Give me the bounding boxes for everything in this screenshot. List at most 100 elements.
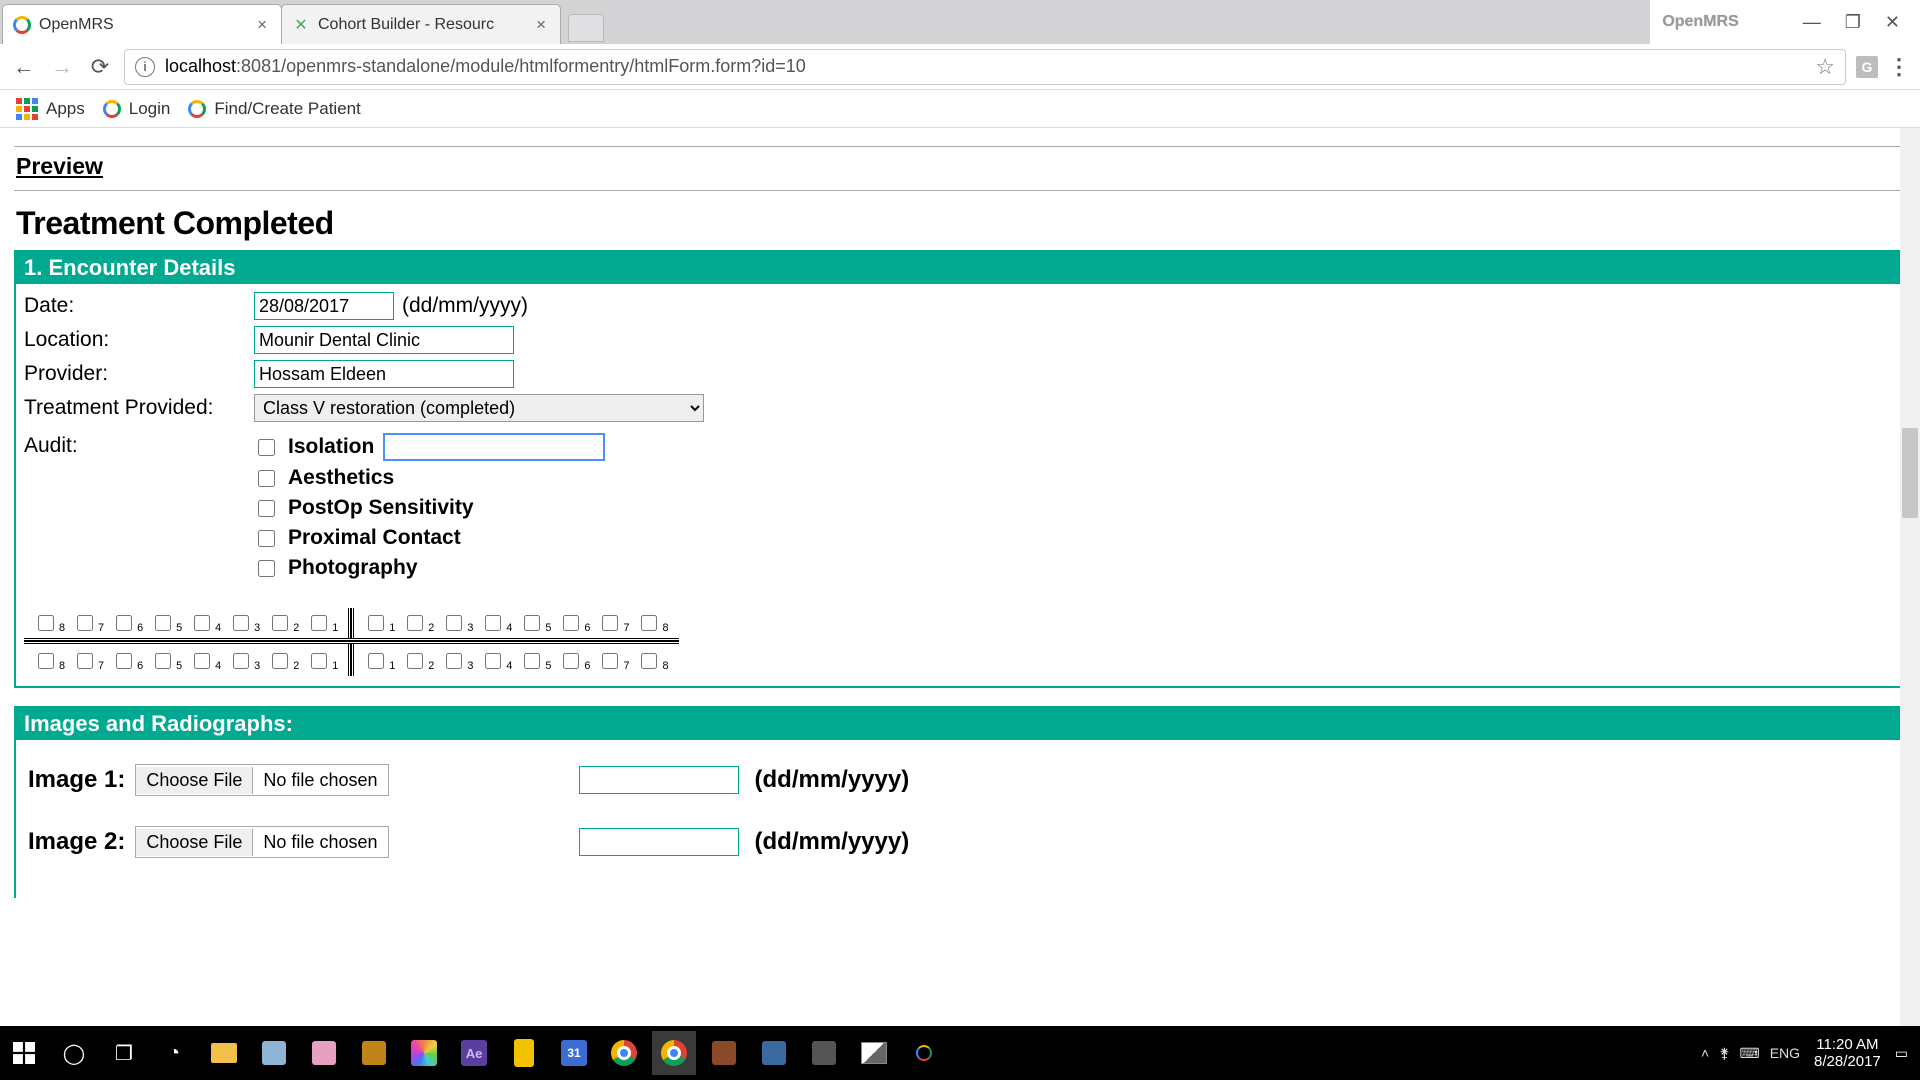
minimize-icon[interactable]: ―: [1803, 12, 1821, 33]
date-input[interactable]: [254, 292, 394, 320]
chrome-icon[interactable]: [602, 1031, 646, 1075]
reload-button[interactable]: ⟳: [86, 53, 114, 81]
date-format-hint: (dd/mm/yyyy): [402, 294, 528, 318]
image-1-file-input[interactable]: Choose File No file chosen: [135, 764, 388, 796]
tooth-ur-6[interactable]: [563, 615, 579, 631]
tooth-ul-4[interactable]: [194, 615, 210, 631]
tooth-ll-3[interactable]: [233, 653, 249, 669]
location-input[interactable]: [254, 326, 514, 354]
browser-tab-openmrs[interactable]: OpenMRS ×: [2, 4, 282, 44]
tooth-lr-3[interactable]: [446, 653, 462, 669]
extension-icon[interactable]: G: [1856, 56, 1878, 78]
choose-file-button[interactable]: Choose File: [136, 767, 253, 794]
tooth-ul-8[interactable]: [38, 615, 54, 631]
image-1-date-input[interactable]: [579, 766, 739, 794]
tooth-lr-1[interactable]: [368, 653, 384, 669]
browser-tab-cohort[interactable]: ✕ Cohort Builder - Resourc ×: [281, 4, 561, 44]
clock-app-icon[interactable]: ◔: [152, 1031, 196, 1075]
tooth-ur-2[interactable]: [407, 615, 423, 631]
notepad-icon[interactable]: [252, 1031, 296, 1075]
app-icon[interactable]: [402, 1031, 446, 1075]
system-tray[interactable]: ˄ ⚵ ⌨ ENG: [1701, 1045, 1800, 1062]
start-button[interactable]: [2, 1031, 46, 1075]
tooth-ll-5[interactable]: [155, 653, 171, 669]
task-view-icon[interactable]: ❐: [102, 1031, 146, 1075]
audit-item-label: Proximal Contact: [288, 526, 461, 550]
tooth-lr-4[interactable]: [485, 653, 501, 669]
provider-input[interactable]: [254, 360, 514, 388]
tooth-lr-7[interactable]: [602, 653, 618, 669]
tab-title: OpenMRS: [39, 16, 114, 34]
tooth-lr-6[interactable]: [563, 653, 579, 669]
tooth-ul-6[interactable]: [116, 615, 132, 631]
language-indicator[interactable]: ENG: [1770, 1045, 1800, 1061]
wifi-icon[interactable]: ⚵: [1719, 1045, 1729, 1062]
app-icon[interactable]: [752, 1031, 796, 1075]
tooth-ll-7[interactable]: [77, 653, 93, 669]
tooth-ur-5[interactable]: [524, 615, 540, 631]
cortana-icon[interactable]: ◯: [52, 1031, 96, 1075]
bookmark-star-icon[interactable]: ☆: [1815, 54, 1835, 80]
paint-icon[interactable]: [302, 1031, 346, 1075]
omnibox[interactable]: i localhost:8081/openmrs-standalone/modu…: [124, 49, 1846, 85]
tooth-ll-4[interactable]: [194, 653, 210, 669]
bookmark-find-patient[interactable]: Find/Create Patient: [188, 99, 360, 119]
audit-isolation-checkbox[interactable]: [258, 439, 275, 456]
tooth-ul-1[interactable]: [311, 615, 327, 631]
tooth-ul-3[interactable]: [233, 615, 249, 631]
tooth-ur-8[interactable]: [641, 615, 657, 631]
audit-postop-checkbox[interactable]: [258, 500, 275, 517]
tooth-ur-3[interactable]: [446, 615, 462, 631]
calendar-icon[interactable]: 31: [552, 1031, 596, 1075]
tooth-ur-7[interactable]: [602, 615, 618, 631]
site-info-icon[interactable]: i: [135, 57, 155, 77]
maximize-icon[interactable]: ❐: [1845, 12, 1861, 33]
tooth-lr-2[interactable]: [407, 653, 423, 669]
tooth-ll-2[interactable]: [272, 653, 288, 669]
chrome-icon[interactable]: [652, 1031, 696, 1075]
back-button[interactable]: ←: [10, 53, 38, 81]
new-tab-button[interactable]: [568, 14, 604, 42]
close-icon[interactable]: ×: [253, 14, 271, 35]
image-2-date-input[interactable]: [579, 828, 739, 856]
forward-button[interactable]: →: [48, 53, 76, 81]
window-controls: OpenMRS ― ❐ ✕: [1650, 0, 1920, 44]
audit-isolation-input[interactable]: [384, 434, 604, 460]
tooth-lr-5[interactable]: [524, 653, 540, 669]
app-icon[interactable]: [702, 1031, 746, 1075]
close-window-icon[interactable]: ✕: [1885, 12, 1900, 33]
audit-item-label: Isolation: [288, 435, 374, 459]
tooth-ll-6[interactable]: [116, 653, 132, 669]
tooth-ll-8[interactable]: [38, 653, 54, 669]
close-icon[interactable]: ×: [532, 14, 550, 35]
app-icon[interactable]: [502, 1031, 546, 1075]
tooth-lr-8[interactable]: [641, 653, 657, 669]
audit-aesthetics-checkbox[interactable]: [258, 470, 275, 487]
audit-photography-checkbox[interactable]: [258, 560, 275, 577]
choose-file-button[interactable]: Choose File: [136, 829, 253, 856]
treatment-select[interactable]: Class V restoration (completed): [254, 394, 704, 422]
app-icon[interactable]: [352, 1031, 396, 1075]
tooth-ul-5[interactable]: [155, 615, 171, 631]
tooth-ur-1[interactable]: [368, 615, 384, 631]
bookmark-login[interactable]: Login: [103, 99, 171, 119]
app-icon[interactable]: [902, 1031, 946, 1075]
image-2-file-input[interactable]: Choose File No file chosen: [135, 826, 388, 858]
image-2-label: Image 2:: [28, 828, 125, 856]
url-text: localhost:8081/openmrs-standalone/module…: [165, 56, 806, 77]
photos-icon[interactable]: [852, 1031, 896, 1075]
audit-proximal-checkbox[interactable]: [258, 530, 275, 547]
action-center-icon[interactable]: ▭: [1895, 1045, 1908, 1062]
tooth-ll-1[interactable]: [311, 653, 327, 669]
tooth-ul-7[interactable]: [77, 615, 93, 631]
chrome-menu-icon[interactable]: ⋮: [1888, 54, 1910, 80]
tooth-ur-4[interactable]: [485, 615, 501, 631]
tray-chevron-icon[interactable]: ˄: [1701, 1045, 1709, 1061]
tooth-ul-2[interactable]: [272, 615, 288, 631]
apps-shortcut[interactable]: Apps: [16, 98, 85, 120]
keyboard-icon[interactable]: ⌨: [1739, 1045, 1759, 1062]
app-icon[interactable]: [802, 1031, 846, 1075]
file-explorer-icon[interactable]: [202, 1031, 246, 1075]
taskbar-clock[interactable]: 11:20 AM 8/28/2017: [1814, 1036, 1881, 1071]
after-effects-icon[interactable]: Ae: [452, 1031, 496, 1075]
